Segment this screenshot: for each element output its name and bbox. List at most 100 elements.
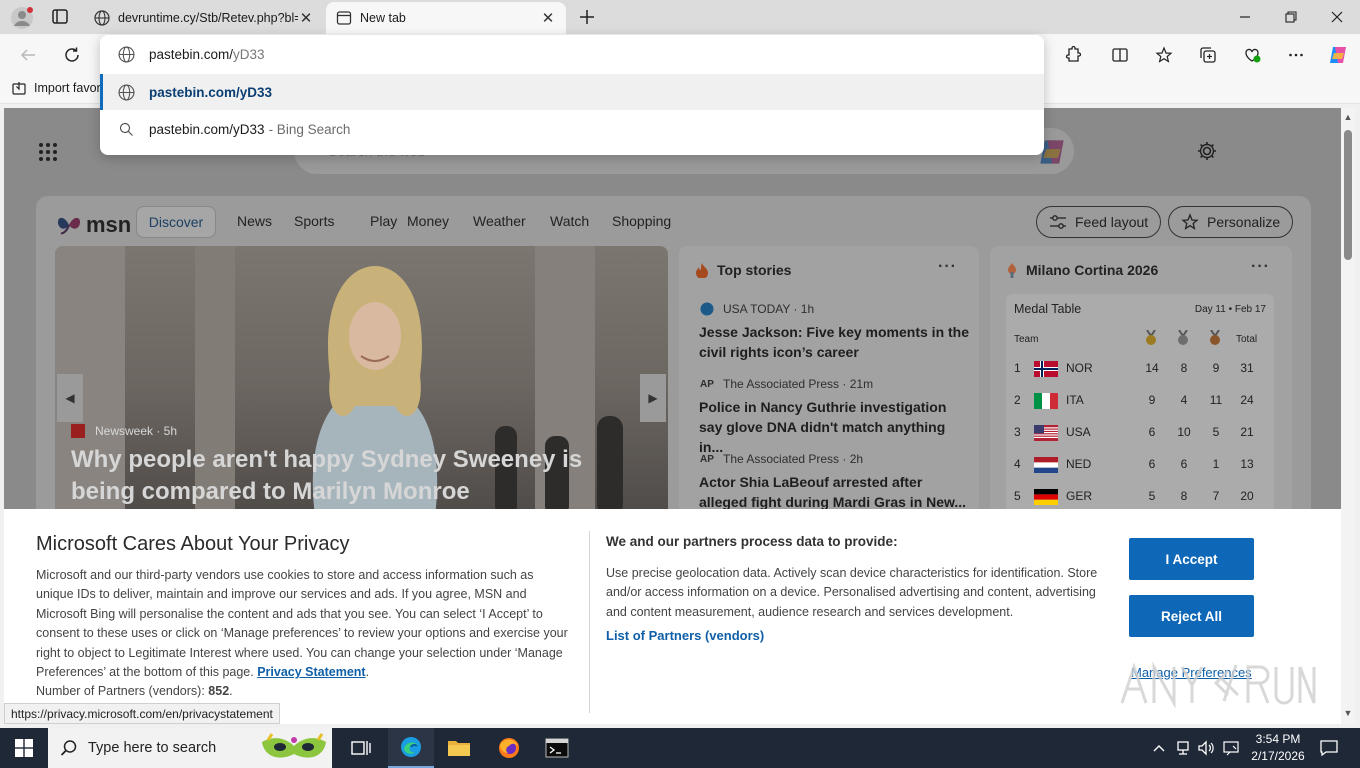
nav-money[interactable]: Money xyxy=(407,213,449,229)
address-bar-input[interactable]: pastebin.com/yD33 xyxy=(100,36,1044,72)
favorites-star-icon[interactable] xyxy=(1150,41,1178,69)
medal-table-day: Day 11 • Feb 17 xyxy=(1194,304,1266,315)
carousel-prev-button[interactable]: ◀ xyxy=(57,374,83,422)
gear-icon[interactable] xyxy=(1196,140,1218,162)
split-screen-icon[interactable] xyxy=(1106,41,1134,69)
nav-watch[interactable]: Watch xyxy=(550,213,589,229)
close-icon[interactable]: ✕ xyxy=(540,10,556,27)
nav-news[interactable]: News xyxy=(237,213,272,229)
medal-rank: 3 xyxy=(1014,425,1021,439)
suggestion-url[interactable]: pastebin.com/yD33 xyxy=(100,74,1044,110)
scroll-down-icon[interactable]: ▼ xyxy=(1343,708,1353,718)
nav-play[interactable]: Play xyxy=(370,213,397,229)
clock-time: 3:54 PM xyxy=(1255,732,1301,746)
tab-devruntime[interactable]: devruntime.cy/Stb/Retev.php?bl= ✕ xyxy=(84,2,324,34)
hero-headline[interactable]: Why people aren't happy Sydney Sweeney i… xyxy=(71,444,651,508)
hero-carousel[interactable]: ◀ ▶ Newsweek · 5h Why people aren't happ… xyxy=(55,246,668,516)
medal-row-usa[interactable]: 3 USA 6 10 5 21 xyxy=(1014,418,1266,446)
medal-gold: 14 xyxy=(1145,361,1159,375)
medal-team: NED xyxy=(1066,457,1092,471)
story-source: USA TODAY · 1h xyxy=(699,302,969,316)
medal-table[interactable]: Medal Table Day 11 • Feb 17 Team Total 1… xyxy=(1006,294,1274,524)
extensions-icon[interactable] xyxy=(1058,41,1086,69)
terminal-icon[interactable] xyxy=(534,728,580,768)
address-autocomplete-text: yD33 xyxy=(233,46,265,62)
torch-icon xyxy=(1008,263,1016,278)
network-icon[interactable] xyxy=(1174,728,1192,768)
collections-icon[interactable] xyxy=(1194,41,1222,69)
hero-source[interactable]: Newsweek · 5h xyxy=(71,424,177,438)
minimize-icon[interactable] xyxy=(1222,4,1268,30)
page-scrollbar[interactable]: ▲ ▼ xyxy=(1341,108,1355,724)
status-bar-url: https://privacy.microsoft.com/en/privacy… xyxy=(4,703,280,724)
back-arrow-icon[interactable] xyxy=(14,41,42,69)
suggestion-bing-search[interactable]: pastebin.com/yD33 - Bing Search xyxy=(100,111,1044,147)
ap-logo-icon: AP xyxy=(700,453,714,465)
medal-row-ned[interactable]: 4 NED 6 6 1 13 xyxy=(1014,450,1266,478)
tray-chevron-up-icon[interactable] xyxy=(1150,728,1168,768)
restore-icon[interactable] xyxy=(1268,4,1314,30)
more-options-icon[interactable]: ··· xyxy=(1251,258,1270,276)
firefox-icon[interactable] xyxy=(486,728,532,768)
task-view-icon[interactable] xyxy=(338,728,384,768)
tab-strip: devruntime.cy/Stb/Retev.php?bl= ✕ New ta… xyxy=(0,0,1360,34)
list-of-partners-link[interactable]: List of Partners (vendors) xyxy=(606,628,764,643)
feed-layout-button[interactable]: Feed layout xyxy=(1036,206,1162,238)
nav-sports[interactable]: Sports xyxy=(294,213,334,229)
story-source-text: The Associated Press · 2h xyxy=(723,452,864,466)
flag-nor-icon xyxy=(1034,361,1058,377)
medal-row-ita[interactable]: 2 ITA 9 4 11 24 xyxy=(1014,386,1266,414)
new-tab-plus-icon[interactable] xyxy=(576,6,598,28)
tab-actions-icon[interactable] xyxy=(48,6,72,28)
story-item[interactable]: AP The Associated Press · 2h Actor Shia … xyxy=(699,452,969,512)
consent-body-text: Microsoft and our third-party vendors us… xyxy=(36,568,568,680)
top-stories-title: Top stories xyxy=(717,262,792,278)
more-menu-icon[interactable] xyxy=(1282,41,1310,69)
story-item[interactable]: AP The Associated Press · 21m Police in … xyxy=(699,377,969,457)
medal-row-nor[interactable]: 1 NOR 14 8 9 31 xyxy=(1014,354,1266,382)
partners-count: 852 xyxy=(208,684,230,699)
tab-title: devruntime.cy/Stb/Retev.php?bl= xyxy=(118,11,298,25)
notifications-icon[interactable] xyxy=(1314,728,1344,768)
nav-weather[interactable]: Weather xyxy=(473,213,526,229)
apps-grid-icon[interactable] xyxy=(38,142,58,162)
medal-row-ger[interactable]: 5 GER 5 8 7 20 xyxy=(1014,482,1266,510)
file-explorer-icon[interactable] xyxy=(436,728,482,768)
reject-all-button[interactable]: Reject All xyxy=(1129,595,1254,637)
more-options-icon[interactable]: ··· xyxy=(938,258,957,276)
taskbar-clock[interactable]: 3:54 PM 2/17/2026 xyxy=(1246,731,1310,765)
browser-essentials-icon[interactable] xyxy=(1238,41,1266,69)
refresh-icon[interactable] xyxy=(58,41,86,69)
accept-button[interactable]: I Accept xyxy=(1129,538,1254,580)
medal-silver: 8 xyxy=(1180,361,1188,375)
consent-title: Microsoft Cares About Your Privacy xyxy=(36,533,350,555)
keyboard-language-icon[interactable] xyxy=(1220,728,1242,768)
suggestion-text: pastebin.com/yD33 xyxy=(149,84,273,100)
story-source: AP The Associated Press · 21m xyxy=(699,377,969,391)
close-icon[interactable]: ✕ xyxy=(298,10,314,27)
edge-taskbar-icon[interactable] xyxy=(388,728,434,768)
taskbar-search-placeholder: Type here to search xyxy=(88,740,217,756)
medal-gold: 9 xyxy=(1148,393,1156,407)
import-favorites-label: Import favor xyxy=(34,81,101,95)
medal-rank: 5 xyxy=(1014,489,1021,503)
tab-new-tab[interactable]: New tab ✕ xyxy=(326,2,566,34)
volume-icon[interactable] xyxy=(1196,728,1216,768)
copilot-icon[interactable] xyxy=(1324,41,1352,69)
msn-logo[interactable]: msn xyxy=(56,212,131,238)
personalize-button[interactable]: Personalize xyxy=(1168,206,1294,238)
privacy-statement-link[interactable]: Privacy Statement xyxy=(257,665,365,679)
scroll-thumb[interactable] xyxy=(1344,130,1352,260)
nav-shopping[interactable]: Shopping xyxy=(612,213,671,229)
feed-layout-label: Feed layout xyxy=(1075,214,1149,230)
scroll-up-icon[interactable]: ▲ xyxy=(1343,112,1353,122)
silver-medal-icon xyxy=(1178,330,1188,345)
close-window-icon[interactable] xyxy=(1314,4,1360,30)
story-item[interactable]: USA TODAY · 1h Jesse Jackson: Five key m… xyxy=(699,302,969,362)
nav-discover[interactable]: Discover xyxy=(136,206,216,238)
windows-start-icon[interactable] xyxy=(0,728,48,768)
import-favorites-button[interactable]: Import favor xyxy=(12,81,101,95)
profile-avatar-icon[interactable] xyxy=(10,6,34,30)
carousel-next-button[interactable]: ▶ xyxy=(640,374,666,422)
globe-icon xyxy=(117,83,135,101)
